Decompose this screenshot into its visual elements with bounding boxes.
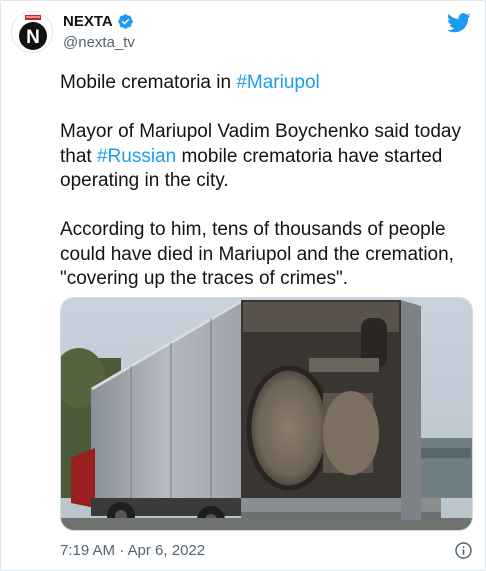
hashtag-link[interactable]: #Mariupol [236, 72, 319, 93]
tweet-text-segment: According to him, tens of thousands of p… [60, 219, 454, 289]
tweet-photo[interactable] [60, 297, 473, 531]
svg-text:N: N [26, 27, 40, 48]
twitter-bird-icon[interactable] [447, 13, 471, 33]
tweet-timestamp[interactable]: 7:19 AM · Apr 6, 2022 [60, 542, 205, 559]
author-avatar[interactable]: N [11, 11, 53, 53]
tweet-text-segment: Mobile crematoria in [60, 72, 237, 93]
info-icon[interactable] [454, 541, 473, 560]
author-name[interactable]: NEXTA [63, 13, 113, 30]
tweet-paragraph: Mobile crematoria in #Mariupol [60, 71, 475, 96]
tweet-card: N NEXTA @nexta_tv Mobile crematoria in #… [0, 0, 486, 571]
tweet-paragraph: According to him, tens of thousands of p… [60, 218, 475, 292]
nexta-logo-icon: N [12, 12, 52, 52]
tweet-paragraph: Mayor of Mariupol Vadim Boychenko said t… [60, 120, 475, 194]
verified-badge-icon [117, 14, 133, 29]
hashtag-link[interactable]: #Russian [97, 146, 176, 167]
author-name-row[interactable]: NEXTA [63, 13, 134, 30]
tweet-text: Mobile crematoria in #Mariupol Mayor of M… [60, 71, 475, 292]
crematorium-truck-photo [61, 298, 472, 530]
author-handle[interactable]: @nexta_tv [63, 34, 135, 51]
